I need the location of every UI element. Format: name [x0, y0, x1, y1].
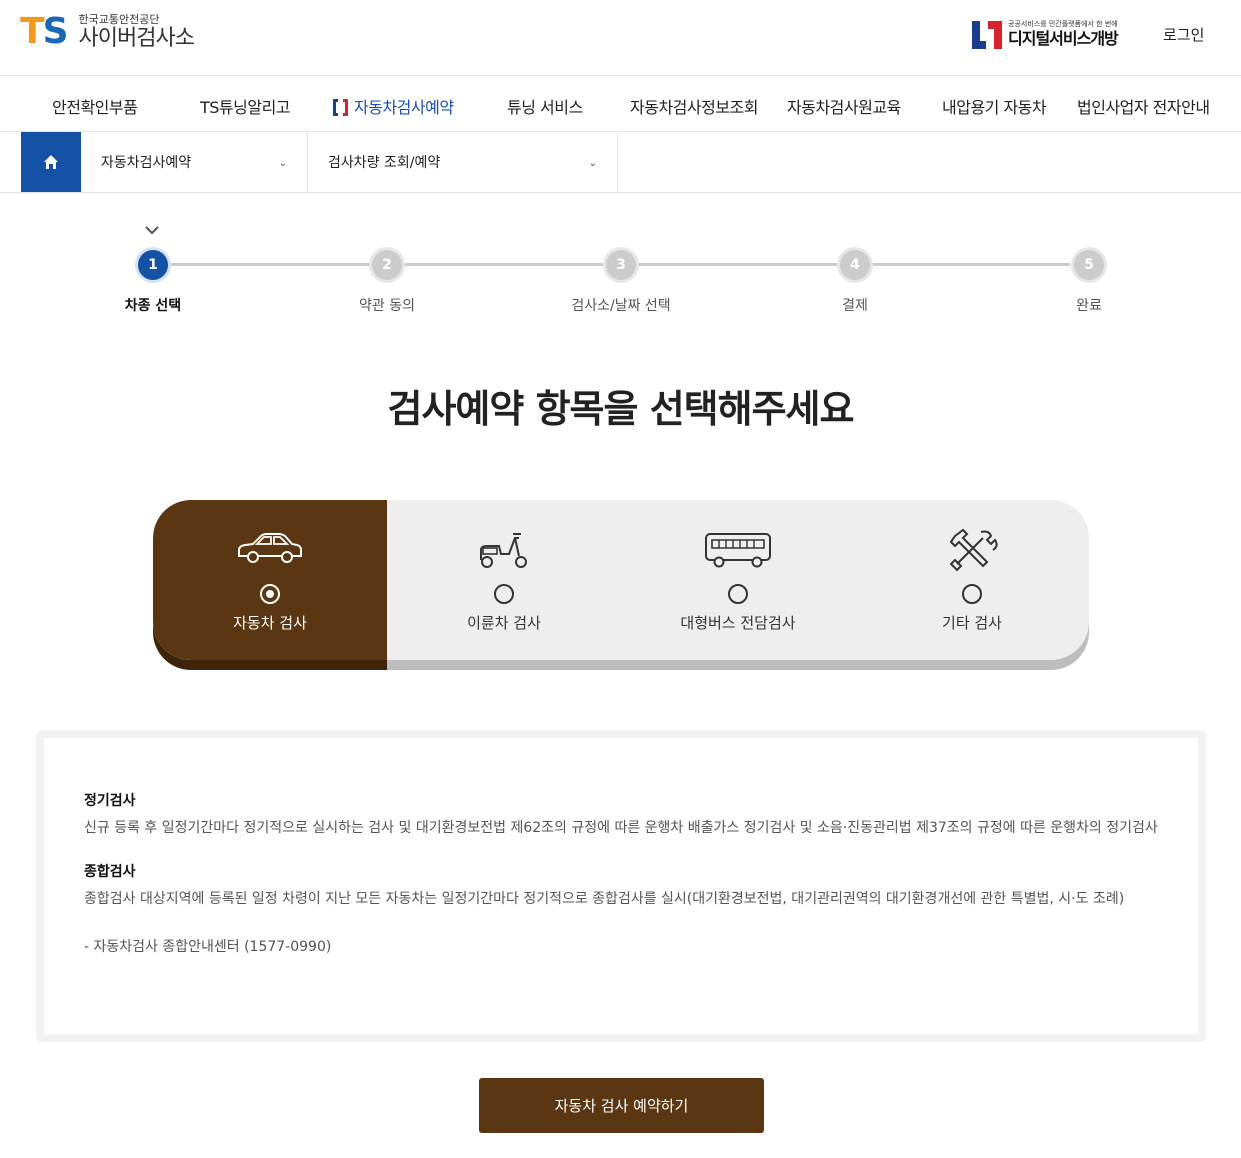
home-icon — [44, 155, 58, 169]
step-3-circle: 3 — [603, 247, 639, 283]
comprehensive-inspection-description: 종합검사 대상지역에 등록된 일정 차령이 지난 모든 자동차는 일정기간마다 … — [84, 891, 1125, 907]
nav-item-label: 자동차검사예약 — [354, 98, 454, 117]
chevron-down-icon: ⌄ — [588, 158, 597, 169]
breadcrumb-dropdown-level1[interactable]: 자동차검사예약 ⌄ — [81, 132, 308, 192]
option-bus-inspection[interactable]: 대형버스 전담검사 — [621, 500, 855, 660]
step-1-label: 차종 선택 — [124, 298, 182, 314]
breadcrumb-dropdown-level2[interactable]: 검사차량 조회/예약 ⌄ — [308, 132, 618, 192]
option-label: 기타 검사 — [942, 614, 1002, 632]
step-3-label: 검사소/날짜 선택 — [571, 298, 671, 314]
ts-logo-mark: TS — [20, 11, 68, 52]
step-5-label: 완료 — [1076, 298, 1102, 314]
book-inspection-button[interactable]: 자동차 검사 예약하기 — [479, 1078, 764, 1133]
option-label: 대형버스 전담검사 — [680, 614, 796, 632]
step-1-circle: 1 — [135, 247, 171, 283]
radio-button[interactable] — [260, 584, 280, 604]
digital-service-banner[interactable]: 공공서비스를 민간플랫폼에서 한 번에 디지털서비스개방 — [972, 20, 1119, 49]
step-4-circle: 4 — [837, 247, 873, 283]
scooter-icon — [480, 533, 527, 568]
step-4-label: 결제 — [842, 298, 868, 314]
site-name: 사이버검사소 — [78, 25, 195, 51]
inspection-type-selector: 자동차 검사 이륜차 검사 대형버스 전담검사 기타 검사 — [153, 500, 1089, 670]
nav-item-inspector-education[interactable]: 자동차검사원교육 — [787, 94, 901, 118]
nav-item-ts-tuning[interactable]: TS튜닝알리고 — [200, 94, 291, 118]
option-label: 이륜차 검사 — [467, 614, 541, 632]
step-2-label: 약관 동의 — [359, 298, 415, 314]
bracket-logo-icon — [333, 99, 348, 116]
breadcrumb: 자동차검사예약 ⌄ 검사차량 조회/예약 ⌄ — [0, 132, 1241, 193]
nav-item-inspection-info[interactable]: 자동차검사정보조회 — [630, 94, 758, 118]
progress-stepper: 1 2 3 4 5 차종 선택 약관 동의 검사소/날짜 선택 결제 완료 — [0, 220, 1241, 320]
nav-item-corporate-notice[interactable]: 법인사업자 전자안내 — [1077, 94, 1210, 118]
regular-inspection-description: 신규 등록 후 일정기간마다 정기적으로 실시하는 검사 및 대기환경보전법 제… — [84, 820, 1158, 836]
page-title: 검사예약 항목을 선택해주세요 — [387, 387, 855, 431]
breadcrumb-level2-label: 검사차량 조회/예약 — [328, 155, 441, 171]
help-center-contact: - 자동차검사 종합안내센터 (1577-0990) — [84, 939, 332, 955]
bus-icon — [705, 533, 771, 568]
comprehensive-inspection-title: 종합검사 — [84, 864, 136, 880]
nav-item-pressure-vessel[interactable]: 내압용기 자동차 — [942, 94, 1047, 118]
home-button[interactable] — [21, 132, 81, 192]
chevron-down-icon: ⌄ — [278, 158, 287, 169]
breadcrumb-level1-label: 자동차검사예약 — [101, 155, 192, 171]
org-name: 한국교통안전공단 — [78, 12, 160, 26]
radio-button[interactable] — [494, 584, 514, 604]
radio-button[interactable] — [962, 584, 982, 604]
dsg-tagline: 공공서비스를 민간플랫폼에서 한 번에 — [1008, 20, 1118, 28]
inspection-info-box: 정기검사 신규 등록 후 일정기간마다 정기적으로 실시하는 검사 및 대기환경… — [36, 730, 1206, 1042]
tools-icon — [949, 528, 998, 572]
dsg-name: 디지털서비스개방 — [1008, 29, 1119, 48]
nav-item-tuning-service[interactable]: 튜닝 서비스 — [507, 94, 583, 118]
radio-button[interactable] — [728, 584, 748, 604]
digital-service-logo-icon — [972, 20, 1002, 49]
option-car-inspection[interactable]: 자동차 검사 — [153, 500, 387, 660]
option-motorcycle-inspection[interactable]: 이륜차 검사 — [387, 500, 621, 660]
current-step-check-icon — [145, 226, 159, 235]
car-icon — [238, 533, 302, 563]
main-nav: 안전확인부품 TS튜닝알리고 자동차검사예약 튜닝 서비스 자동차검사정보조회 … — [0, 76, 1241, 132]
option-other-inspection[interactable]: 기타 검사 — [855, 500, 1089, 660]
option-label: 자동차 검사 — [233, 614, 307, 632]
regular-inspection-title: 정기검사 — [84, 793, 136, 809]
nav-item-safety-parts[interactable]: 안전확인부품 — [52, 94, 138, 118]
nav-item-inspection-booking[interactable]: 자동차검사예약 — [333, 94, 454, 118]
step-5-circle: 5 — [1071, 247, 1107, 283]
site-logo[interactable]: TS 한국교통안전공단 사이버검사소 — [20, 11, 195, 52]
step-2-circle: 2 — [369, 247, 405, 283]
login-link[interactable]: 로그인 — [1163, 24, 1204, 45]
site-header: TS 한국교통안전공단 사이버검사소 공공서비스를 민간플랫폼에서 한 번에 디… — [0, 0, 1241, 76]
